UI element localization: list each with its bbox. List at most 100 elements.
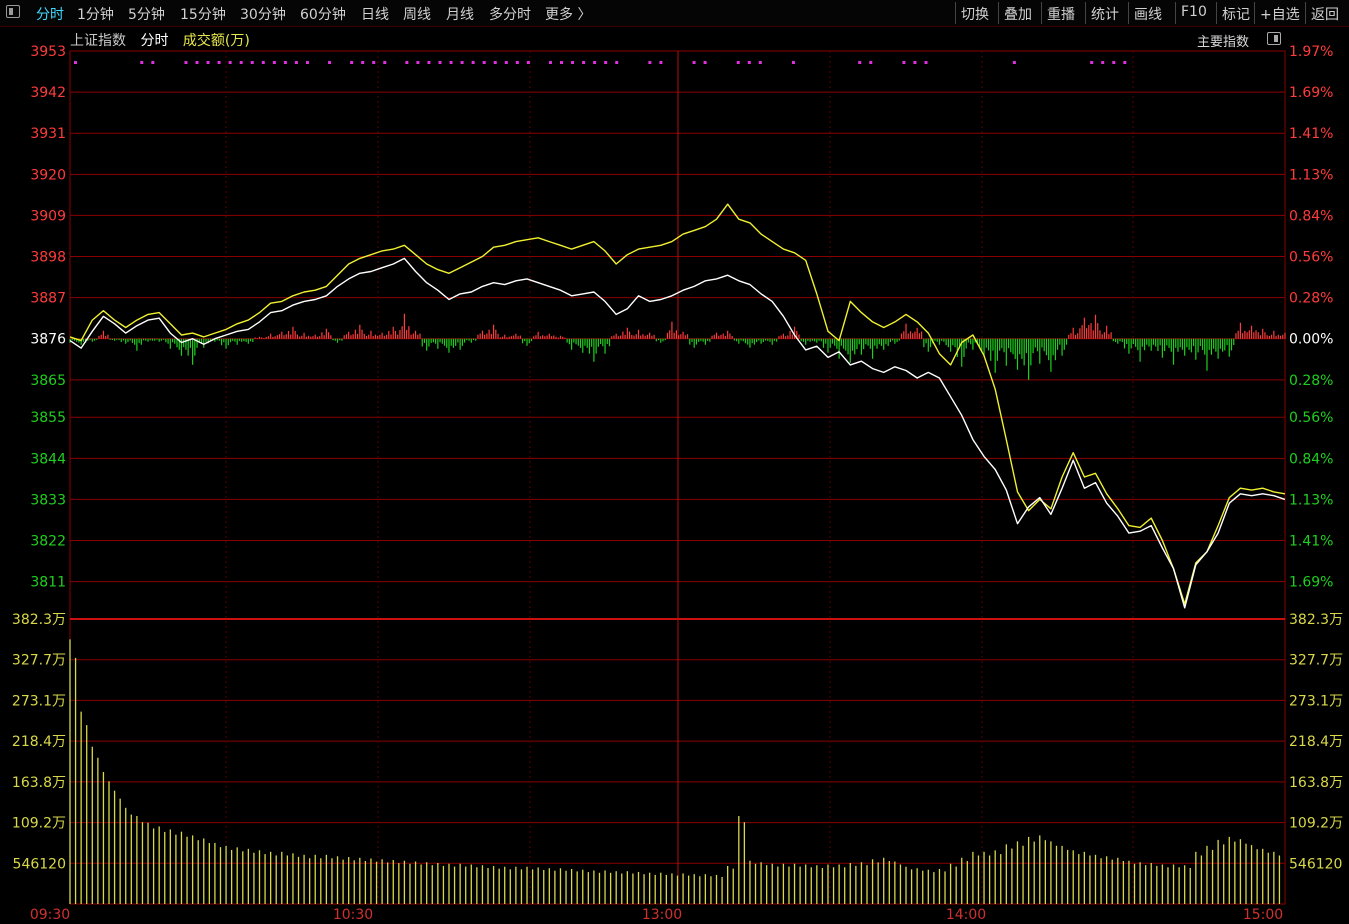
toolbar-action-6[interactable]: 标记 [1222, 4, 1250, 24]
signal-marker [416, 61, 420, 64]
signal-marker [460, 61, 464, 64]
signal-marker [217, 61, 221, 64]
signal-marker [140, 61, 144, 64]
volume-tick-label: 327.7万 [12, 653, 66, 669]
volume-tick-label-right: 163.8万 [1289, 775, 1343, 791]
volume-tick-label-right: 327.7万 [1289, 653, 1343, 669]
signal-marker [361, 61, 365, 64]
signal-marker [405, 61, 409, 64]
signal-marker [504, 61, 508, 64]
price-tick-label: 3833 [30, 492, 66, 508]
period-toolbar: 分时 1分钟 5分钟 15分钟 30分钟 60分钟 日线 周线 月线 多分时 更多 〉 切换 叠加 重播… [0, 0, 1349, 27]
layout-toggle-icon[interactable] [6, 5, 20, 18]
period-tab-10[interactable]: 更多 〉 [545, 4, 591, 24]
toolbar-separator [955, 2, 956, 24]
toolbar-action-7[interactable]: +自选 [1260, 4, 1300, 24]
signal-marker [261, 61, 265, 64]
volume-tick-label: 109.2万 [12, 816, 66, 832]
toolbar-action-3[interactable]: 统计 [1091, 4, 1119, 24]
toolbar-separator [998, 2, 999, 24]
toolbar-action-4[interactable]: 画线 [1134, 4, 1162, 24]
signal-marker [571, 61, 575, 64]
signal-marker [283, 61, 287, 64]
period-tab-9[interactable]: 多分时 [489, 4, 531, 24]
price-tick-label: 3876 [30, 332, 66, 348]
pct-tick-label: 0.28% [1289, 373, 1333, 389]
volume-tick-label: 382.3万 [12, 612, 66, 628]
signal-marker [250, 61, 254, 64]
toolbar-action-2[interactable]: 重播 [1047, 4, 1075, 24]
pct-tick-label: 0.84% [1289, 451, 1333, 467]
toolbar-action-8[interactable]: 返回 [1311, 4, 1339, 24]
signal-marker [372, 61, 376, 64]
period-tab-7[interactable]: 周线 [403, 4, 431, 24]
signal-marker [758, 61, 762, 64]
price-tick-label: 3931 [30, 126, 66, 142]
signal-marker [692, 61, 696, 64]
price-tick-label: 3855 [30, 410, 66, 426]
signal-marker [1101, 61, 1105, 64]
volume-tick-label: 546120 [13, 856, 66, 872]
pct-tick-label: 1.41% [1289, 126, 1333, 142]
volume-tick-label: 163.8万 [12, 775, 66, 791]
time-axis-label: 09:30 [30, 907, 70, 923]
toolbar-separator [1041, 2, 1042, 24]
signal-marker [206, 61, 210, 64]
signal-marker [1012, 61, 1016, 64]
signal-marker [703, 61, 707, 64]
pct-tick-label: 1.13% [1289, 167, 1333, 183]
pct-tick-label: 1.13% [1289, 492, 1333, 508]
period-tab-3[interactable]: 15分钟 [180, 4, 226, 24]
signal-marker [350, 61, 354, 64]
signal-marker [1112, 61, 1116, 64]
period-tab-4[interactable]: 30分钟 [240, 4, 286, 24]
signal-marker [427, 61, 431, 64]
volume-tick-label-right: 382.3万 [1289, 612, 1343, 628]
pct-tick-label: 0.84% [1289, 208, 1333, 224]
time-axis-label: 15:00 [1243, 907, 1283, 923]
toolbar-separator [1305, 2, 1306, 24]
pct-tick-label: 0.28% [1289, 291, 1333, 307]
pct-tick-label: 1.69% [1289, 85, 1333, 101]
pct-tick-label: 0.56% [1289, 410, 1333, 426]
price-tick-label: 3920 [30, 167, 66, 183]
signal-marker [548, 61, 552, 64]
pct-tick-label: 1.97% [1289, 44, 1333, 60]
price-tick-label: 3844 [30, 451, 66, 467]
price-tick-label: 3942 [30, 85, 66, 101]
period-tab-5[interactable]: 60分钟 [300, 4, 346, 24]
intraday-chart[interactable]: 3953 1.97% 3942 1.69% 3931 1.41% 3920 1.13% 3909… [0, 27, 1349, 924]
period-tab-2[interactable]: 5分钟 [128, 4, 165, 24]
signal-marker [659, 61, 663, 64]
volume-tick-label-right: 273.1万 [1289, 693, 1343, 709]
period-tab-1[interactable]: 1分钟 [77, 4, 114, 24]
signal-marker [582, 61, 586, 64]
toolbar-separator [1216, 2, 1217, 24]
time-axis-label: 13:00 [642, 907, 682, 923]
pct-tick-label: 0.56% [1289, 250, 1333, 266]
pct-tick-label: 1.41% [1289, 534, 1333, 550]
signal-marker [791, 61, 795, 64]
volume-tick-label: 218.4万 [12, 734, 66, 750]
toolbar-action-1[interactable]: 叠加 [1004, 4, 1032, 24]
pct-tick-label: 1.69% [1289, 575, 1333, 591]
toolbar-action-0[interactable]: 切换 [961, 4, 989, 24]
period-tab-8[interactable]: 月线 [446, 4, 474, 24]
signal-marker [151, 61, 155, 64]
time-axis-label: 10:30 [333, 907, 373, 923]
signal-marker [593, 61, 597, 64]
signal-marker [1090, 61, 1094, 64]
price-tick-label: 3887 [30, 291, 66, 307]
period-tab-6[interactable]: 日线 [361, 4, 389, 24]
toolbar-action-5[interactable]: F10 [1181, 4, 1207, 20]
toolbar-separator [1175, 2, 1176, 24]
price-tick-label: 3811 [30, 575, 66, 591]
signal-marker [560, 61, 563, 64]
signal-marker [869, 61, 873, 64]
toolbar-separator [1128, 2, 1129, 24]
signal-marker [184, 61, 188, 64]
signal-marker [648, 61, 652, 64]
period-tab-0[interactable]: 分时 [36, 4, 64, 24]
volume-tick-label-right: 109.2万 [1289, 816, 1343, 832]
signal-marker [383, 61, 387, 64]
